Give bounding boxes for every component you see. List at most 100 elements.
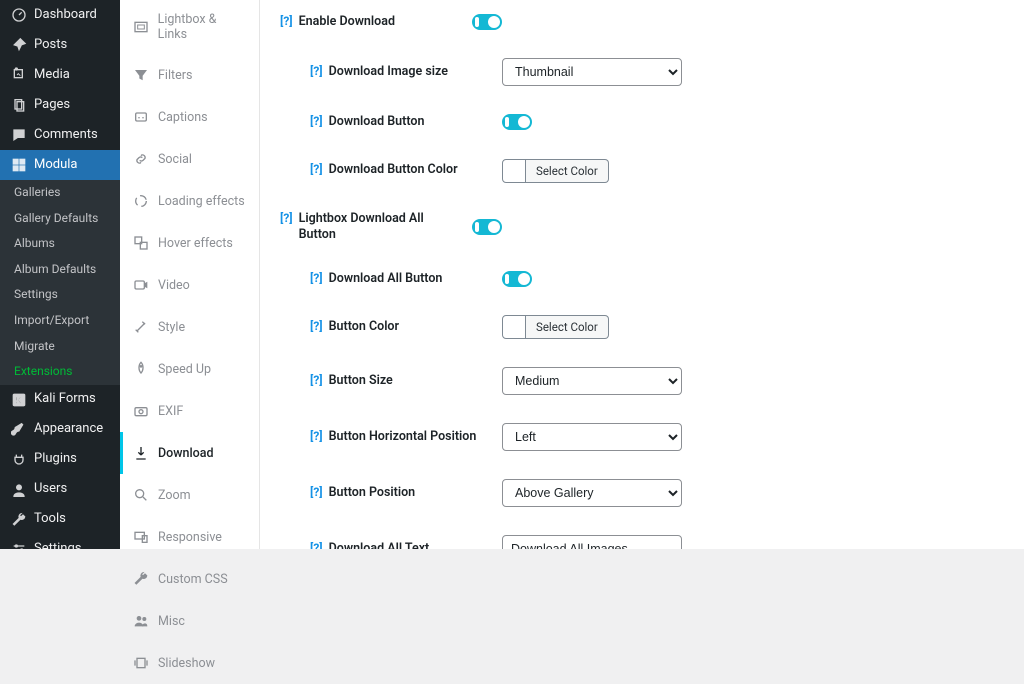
menu-label: Dashboard	[34, 7, 97, 24]
menu-plugins[interactable]: Plugins	[0, 445, 120, 475]
wrench-icon	[10, 511, 28, 529]
svg-text:K: K	[16, 395, 22, 406]
menu-label: Users	[34, 481, 67, 498]
help-icon[interactable]: [?]	[310, 114, 323, 130]
submenu-albums[interactable]: Albums	[0, 231, 120, 257]
menu-label: Modula	[34, 157, 78, 174]
submenu-import-export[interactable]: Import/Export	[0, 308, 120, 334]
help-icon[interactable]: [?]	[280, 14, 293, 30]
download-all-text-input[interactable]	[502, 535, 682, 549]
sliders-icon	[10, 541, 28, 549]
spinner-icon	[132, 192, 150, 210]
tab-style[interactable]: Style	[120, 306, 259, 348]
field-label: Button Color	[329, 319, 399, 335]
menu-comments[interactable]: Comments	[0, 120, 120, 150]
tab-responsive[interactable]: Responsive	[120, 516, 259, 558]
field-label: Button Size	[329, 373, 393, 389]
tab-label: Loading effects	[158, 194, 245, 209]
lightbox-download-all-toggle[interactable]	[472, 219, 502, 235]
menu-label: Comments	[34, 127, 98, 144]
menu-users[interactable]: Users	[0, 475, 120, 505]
help-icon[interactable]: [?]	[310, 373, 323, 389]
menu-label: Kali Forms	[34, 391, 96, 408]
user-icon	[10, 481, 28, 499]
rocket-icon	[132, 360, 150, 378]
enable-download-toggle[interactable]	[472, 14, 502, 30]
tab-label: Captions	[158, 110, 208, 125]
field-label: Button Position	[329, 485, 416, 501]
tab-label: Style	[158, 320, 185, 335]
tab-label: Lightbox & Links	[158, 12, 247, 42]
color-label: Select Color	[526, 315, 609, 339]
tab-filters[interactable]: Filters	[120, 54, 259, 96]
tab-label: Hover effects	[158, 236, 233, 251]
menu-posts[interactable]: Posts	[0, 30, 120, 60]
menu-media[interactable]: Media	[0, 60, 120, 90]
download-button-color-picker[interactable]: Select Color	[502, 159, 609, 183]
tab-lightbox-links[interactable]: Lightbox & Links	[120, 0, 259, 54]
camera-icon	[132, 402, 150, 420]
chain-icon	[132, 150, 150, 168]
field-label: Download All Button	[329, 271, 443, 287]
button-h-position-select[interactable]: Left	[502, 423, 682, 451]
menu-pages[interactable]: Pages	[0, 90, 120, 120]
plug-icon	[10, 451, 28, 469]
submenu-album-defaults[interactable]: Album Defaults	[0, 257, 120, 283]
tab-captions[interactable]: Captions	[120, 96, 259, 138]
help-icon[interactable]: [?]	[310, 429, 323, 445]
swatch-icon	[502, 315, 526, 339]
tab-speed-up[interactable]: Speed Up	[120, 348, 259, 390]
menu-kali-forms[interactable]: K Kali Forms	[0, 385, 120, 415]
menu-label: Plugins	[34, 451, 77, 468]
menu-label: Media	[34, 67, 70, 84]
field-label: Download Image size	[329, 64, 448, 80]
button-size-select[interactable]: Medium	[502, 367, 682, 395]
download-image-size-select[interactable]: Thumbnail	[502, 58, 682, 86]
help-icon[interactable]: [?]	[280, 211, 293, 227]
menu-appearance[interactable]: Appearance	[0, 415, 120, 445]
tab-loading-effects[interactable]: Loading effects	[120, 180, 259, 222]
submenu-extensions[interactable]: Extensions	[0, 359, 120, 385]
people-icon	[132, 612, 150, 630]
menu-label: Appearance	[34, 421, 103, 438]
tab-download[interactable]: Download	[120, 432, 259, 474]
help-icon[interactable]: [?]	[310, 541, 323, 549]
menu-tools[interactable]: Tools	[0, 505, 120, 535]
tab-misc[interactable]: Misc	[120, 600, 259, 642]
wrench2-icon	[132, 570, 150, 588]
download-all-button-toggle[interactable]	[502, 271, 532, 287]
button-color-picker[interactable]: Select Color	[502, 315, 609, 339]
modula-icon	[10, 156, 28, 174]
tab-custom-css[interactable]: Custom CSS	[120, 558, 259, 600]
button-position-select[interactable]: Above Gallery	[502, 479, 682, 507]
help-icon[interactable]: [?]	[310, 162, 323, 178]
help-icon[interactable]: [?]	[310, 271, 323, 287]
caption-icon	[132, 108, 150, 126]
menu-dashboard[interactable]: Dashboard	[0, 0, 120, 30]
tab-label: Speed Up	[158, 362, 211, 377]
tab-social[interactable]: Social	[120, 138, 259, 180]
help-icon[interactable]: [?]	[310, 485, 323, 501]
play-icon	[132, 276, 150, 294]
menu-label: Settings	[34, 541, 81, 549]
menu-settings[interactable]: Settings	[0, 535, 120, 549]
pin-icon	[10, 36, 28, 54]
tab-hover-effects[interactable]: Hover effects	[120, 222, 259, 264]
menu-modula[interactable]: Modula	[0, 150, 120, 180]
help-icon[interactable]: [?]	[310, 319, 323, 335]
hover-icon	[132, 234, 150, 252]
tab-slideshow[interactable]: Slideshow	[120, 642, 259, 684]
download-button-toggle[interactable]	[502, 114, 532, 130]
tab-zoom[interactable]: Zoom	[120, 474, 259, 516]
submenu-gallery-defaults[interactable]: Gallery Defaults	[0, 206, 120, 232]
field-label: Download Button Color	[329, 162, 458, 178]
tab-label: Custom CSS	[158, 572, 228, 587]
tab-exif[interactable]: EXIF	[120, 390, 259, 432]
tab-label: Video	[158, 278, 190, 293]
tab-label: Zoom	[158, 488, 191, 503]
help-icon[interactable]: [?]	[310, 64, 323, 80]
submenu-galleries[interactable]: Galleries	[0, 180, 120, 206]
submenu-migrate[interactable]: Migrate	[0, 334, 120, 360]
tab-video[interactable]: Video	[120, 264, 259, 306]
submenu-settings[interactable]: Settings	[0, 282, 120, 308]
